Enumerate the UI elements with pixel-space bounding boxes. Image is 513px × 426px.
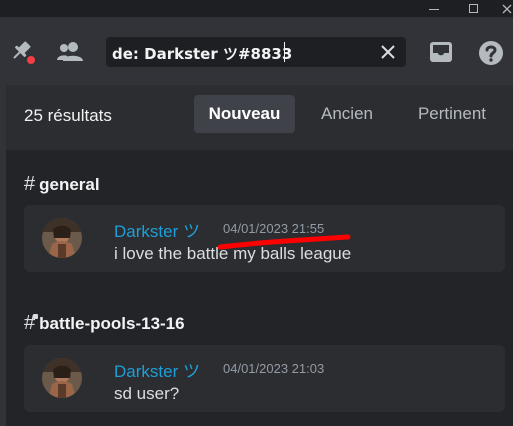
- clear-search-icon[interactable]: [380, 44, 396, 60]
- inbox-icon[interactable]: [427, 39, 455, 65]
- avatar[interactable]: [42, 358, 82, 398]
- results-count: 25 résultats: [24, 106, 112, 125]
- search-result-message[interactable]: Darkster ツ 04/01/2023 21:03 sd user?: [24, 345, 505, 412]
- sort-tab-relevant[interactable]: Pertinent: [402, 95, 502, 133]
- message-timestamp: 04/01/2023 21:03: [223, 361, 325, 376]
- message-author[interactable]: Darkster ツ: [114, 217, 200, 242]
- minimize-icon[interactable]: [421, 0, 447, 17]
- result-channel-heading[interactable]: # general: [24, 173, 100, 196]
- message-author[interactable]: Darkster ツ: [114, 357, 200, 382]
- members-icon[interactable]: [55, 39, 85, 65]
- window-titlebar: [0, 0, 513, 17]
- search-results-header: 25 résultats Nouveau Ancien Pertinent: [0, 85, 513, 150]
- search-input[interactable]: de: Darkster ツ#8833: [106, 37, 406, 67]
- channel-name: general: [39, 174, 100, 194]
- channel-name: battle-pools-13-16: [39, 313, 185, 333]
- avatar[interactable]: [42, 218, 82, 258]
- sort-tab-newest[interactable]: Nouveau: [194, 95, 295, 133]
- text-caret: [284, 42, 285, 62]
- message-content: sd user?: [114, 384, 180, 403]
- red-marker-annotation: [217, 234, 351, 250]
- sort-tab-oldest[interactable]: Ancien: [306, 95, 388, 133]
- close-icon[interactable]: [494, 0, 513, 17]
- channel-toolbar: de: Darkster ツ#8833: [0, 17, 513, 85]
- maximize-icon[interactable]: [460, 0, 486, 17]
- search-query: de: Darkster ツ#8833: [112, 45, 293, 63]
- search-results-list: # general Darkster ツ 04/01/2023 21:55 i …: [6, 150, 513, 426]
- result-channel-heading[interactable]: # battle-pools-13-16: [24, 312, 185, 335]
- hash-icon: #: [24, 173, 36, 195]
- pin-icon[interactable]: [8, 39, 38, 67]
- thread-hash-icon: #: [24, 312, 39, 335]
- help-icon[interactable]: [477, 39, 505, 67]
